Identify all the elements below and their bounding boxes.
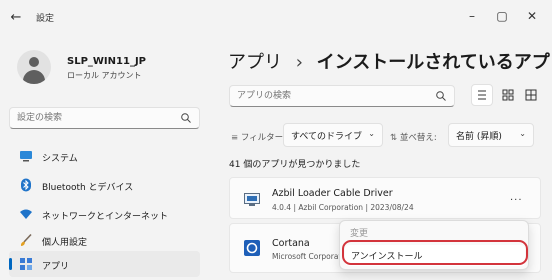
sort-label: ⇅ 並べ替え: [390, 133, 437, 143]
more-options-button[interactable]: ... [510, 192, 523, 203]
sort-icon: ⇅ [390, 133, 398, 143]
sidebar-item-label: アプリ [42, 262, 70, 272]
settings-search-input[interactable] [17, 111, 177, 125]
title-bar: ← 設定 – ▢ ✕ [0, 0, 552, 36]
list-view-button[interactable] [471, 84, 493, 106]
app-search-input[interactable] [237, 89, 417, 103]
tile-view-icon [525, 89, 537, 101]
active-indicator [9, 258, 12, 270]
app-name: Azbil Loader Cable Driver [272, 188, 393, 199]
sort-value: 名前 (昇順) [456, 132, 502, 142]
tile-view-button[interactable] [520, 84, 542, 106]
sidebar-item-apps[interactable]: アプリ [9, 251, 200, 277]
cortana-app-icon [244, 240, 260, 256]
grid-view-button[interactable] [497, 84, 519, 106]
filter-value: すべてのドライブ [291, 132, 363, 142]
chevron-down-icon: ⌄ [368, 129, 375, 138]
sidebar-item-bluetooth[interactable]: Bluetooth とデバイス [9, 172, 200, 198]
filter-dropdown[interactable]: すべてのドライブ ⌄ [283, 123, 383, 147]
brush-icon [20, 233, 32, 246]
avatar [17, 50, 51, 84]
breadcrumb-current: インストールされているアプリ [316, 52, 552, 73]
app-meta: 4.0.4 | Azbil Corporation | 2023/08/24 [272, 203, 414, 212]
app-name: Cortana [272, 238, 310, 249]
sidebar-item-system[interactable]: システム [9, 143, 200, 169]
breadcrumb-parent[interactable]: アプリ [228, 52, 282, 73]
list-view-icon [478, 90, 486, 100]
sort-dropdown[interactable]: 名前 (昇順) ⌄ [448, 123, 534, 147]
highlight-ring [342, 240, 528, 265]
sidebar-item-label: ネットワークとインターネット [42, 212, 169, 222]
profile-account-type: ローカル アカウント [67, 71, 142, 80]
filter-icon: ≡ [231, 133, 239, 143]
maximize-button[interactable]: ▢ [492, 7, 512, 25]
settings-search-box[interactable] [9, 107, 200, 129]
close-button[interactable]: ✕ [522, 7, 542, 25]
chevron-down-icon: ⌄ [519, 129, 526, 138]
window-title: 設定 [36, 14, 55, 24]
sidebar-item-label: システム [42, 154, 78, 164]
monitor-icon [20, 151, 32, 162]
profile-name: SLP_WIN11_JP [67, 56, 146, 67]
wifi-icon [20, 209, 32, 219]
back-button[interactable]: ← [8, 10, 24, 26]
minimize-button[interactable]: – [462, 7, 482, 25]
sidebar-item-label: 個人用設定 [42, 238, 88, 248]
menu-item-modify: 変更 [350, 229, 369, 239]
search-icon [181, 113, 191, 123]
breadcrumb-separator: › [295, 52, 303, 73]
bluetooth-icon [21, 178, 31, 192]
grid-view-icon [502, 89, 514, 101]
sidebar-item-personalization[interactable]: 個人用設定 [9, 227, 200, 253]
search-icon [436, 91, 446, 101]
app-search-box[interactable] [229, 85, 455, 107]
app-meta: Microsoft Corporati [272, 252, 344, 261]
app-item-azbil[interactable]: Azbil Loader Cable Driver 4.0.4 | Azbil … [229, 177, 541, 219]
sidebar-item-label: Bluetooth とデバイス [42, 183, 134, 193]
sidebar-item-network[interactable]: ネットワークとインターネット [9, 201, 200, 227]
driver-app-icon [244, 193, 260, 206]
app-count: 41 個のアプリが見つかりました [229, 160, 361, 170]
apps-icon [20, 258, 32, 270]
filter-label: ≡ フィルター: [231, 133, 287, 143]
page-title: アプリ › インストールされているアプリ [228, 48, 552, 74]
